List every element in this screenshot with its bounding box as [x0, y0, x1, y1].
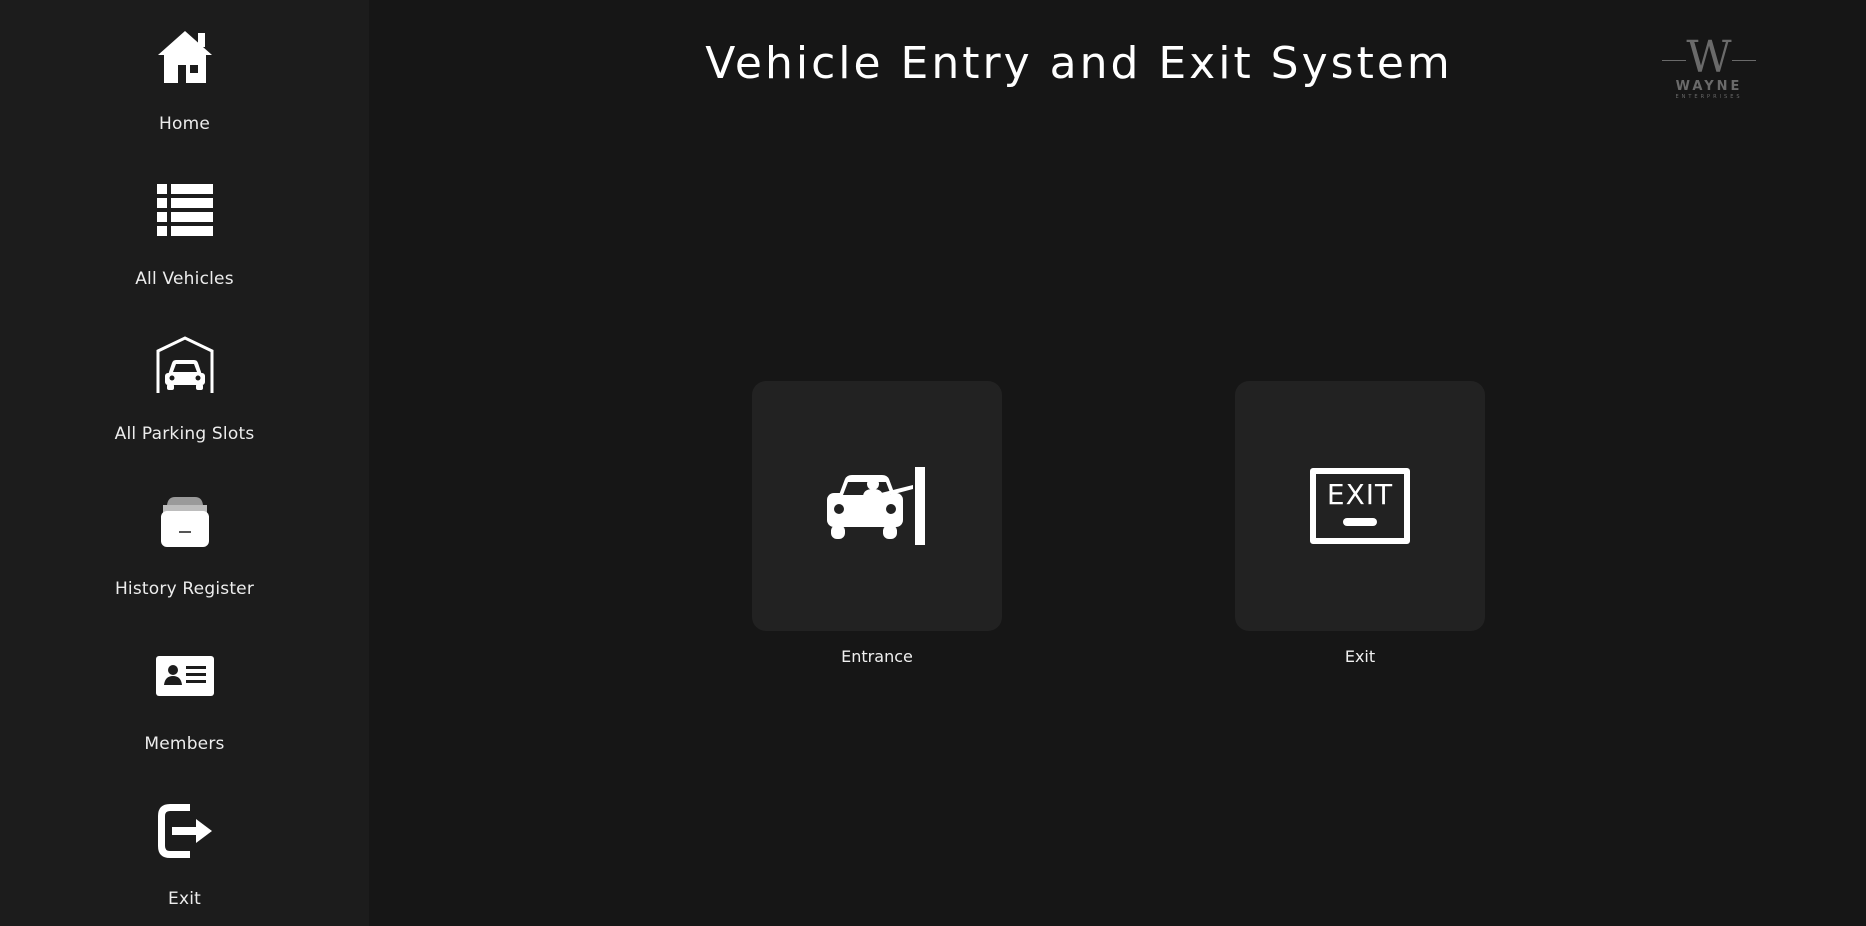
- exit-label: Exit: [1344, 647, 1376, 666]
- page-title: Vehicle Entry and Exit System: [705, 38, 1453, 89]
- sidebar-item-exit[interactable]: Exit: [0, 775, 369, 925]
- sidebar-item-home[interactable]: Home: [0, 0, 369, 150]
- entrance-label: Entrance: [841, 647, 913, 666]
- sidebar-item-label: Members: [144, 734, 225, 754]
- exit-tile-box[interactable]: EXIT: [1235, 381, 1485, 631]
- sidebar-item-label: History Register: [114, 579, 255, 599]
- logout-icon: [153, 799, 217, 863]
- app-window: Home All Vehicles All Parking Slots Hist…: [0, 0, 1866, 926]
- sidebar-item-history-register[interactable]: History Register: [0, 465, 369, 615]
- car-gate-entrance-icon: [827, 467, 925, 545]
- id-card-icon: [153, 644, 217, 708]
- wayne-logo: W WAYNE ENTERPRISES: [1654, 36, 1764, 106]
- sidebar-item-label: Home: [158, 114, 210, 134]
- sidebar-item-label: All Vehicles: [135, 269, 234, 289]
- list-icon: [153, 179, 217, 243]
- home-icon: [153, 24, 217, 88]
- archive-box-icon: [153, 489, 217, 553]
- logo-mark: W: [1654, 36, 1764, 80]
- exit-tile[interactable]: EXIT Exit: [1235, 381, 1485, 666]
- logo-tagline: ENTERPRISES: [1675, 94, 1743, 100]
- sidebar-item-all-vehicles[interactable]: All Vehicles: [0, 155, 369, 305]
- exit-sign-icon: EXIT: [1310, 468, 1410, 544]
- sidebar-item-label: All Parking Slots: [114, 424, 255, 444]
- entrance-tile[interactable]: Entrance: [752, 381, 1002, 666]
- entrance-tile-box[interactable]: [752, 381, 1002, 631]
- sidebar-item-label: Exit: [168, 889, 201, 909]
- sidebar-item-members[interactable]: Members: [0, 620, 369, 770]
- sidebar: Home All Vehicles All Parking Slots Hist…: [0, 0, 369, 926]
- garage-car-icon: [153, 334, 217, 398]
- exit-sign-text: EXIT: [1326, 478, 1394, 511]
- sidebar-item-all-parking-slots[interactable]: All Parking Slots: [0, 310, 369, 460]
- exit-sign-bar: [1343, 518, 1377, 526]
- main-content: Vehicle Entry and Exit System W WAYNE EN…: [369, 0, 1866, 926]
